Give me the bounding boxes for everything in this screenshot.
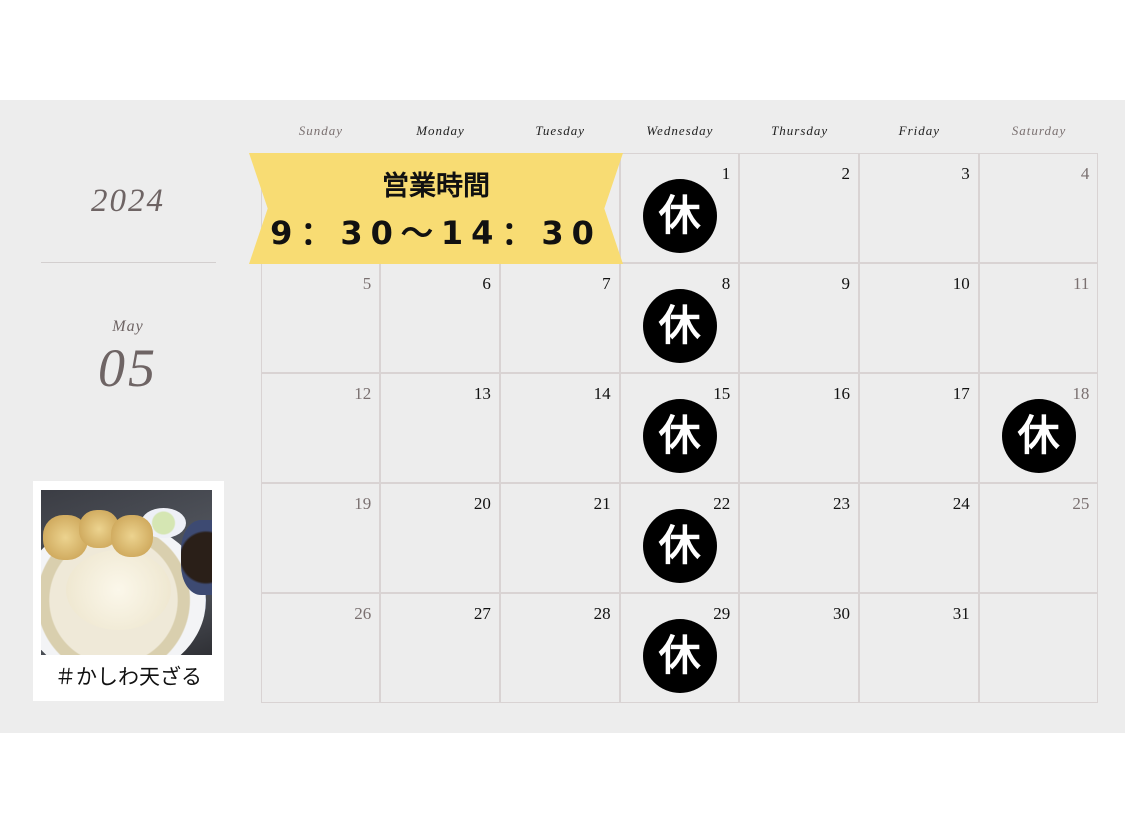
- day-number: 28: [593, 603, 611, 623]
- day-cell: 4: [978, 152, 1099, 263]
- day-cell: 22 休: [619, 482, 740, 593]
- closed-day-badge: 休: [642, 398, 717, 473]
- closed-day-badge: 休: [642, 508, 717, 583]
- day-number: 9: [841, 273, 850, 293]
- day-number: 13: [473, 383, 491, 403]
- day-cell: 2: [739, 152, 859, 263]
- day-cell: 18 休: [978, 372, 1099, 483]
- day-number: 8: [721, 273, 731, 293]
- weekday-header-sunday: Sunday: [298, 123, 343, 138]
- day-cell: 23: [739, 482, 859, 593]
- day-cell: 8休: [619, 262, 740, 373]
- day-number: 27: [473, 603, 491, 623]
- day-number: 17: [952, 383, 970, 403]
- day-number: 26: [354, 603, 372, 623]
- day-number: 31: [952, 603, 970, 623]
- day-number: 29: [713, 603, 731, 623]
- day-number: 5: [362, 273, 372, 293]
- day-number: 6: [482, 273, 491, 293]
- day-cell: 25: [978, 482, 1099, 593]
- closed-day-badge: 休: [1001, 398, 1076, 473]
- day-cell: 19: [260, 482, 381, 593]
- day-cell: 29 休: [619, 592, 740, 703]
- day-cell: 27: [380, 592, 500, 703]
- day-cell: 28: [499, 592, 620, 703]
- day-number: 4: [1080, 163, 1090, 183]
- closed-day-badge: 休: [642, 618, 717, 693]
- closed-day-badge: 休: [642, 178, 717, 253]
- day-cell: 10: [859, 262, 979, 373]
- day-number: 23: [832, 493, 850, 513]
- day-number: 21: [593, 493, 611, 513]
- day-number: 2: [841, 163, 850, 183]
- day-cell: 5: [260, 262, 381, 373]
- divider: [41, 262, 216, 263]
- day-cell: 3: [859, 152, 979, 263]
- banner-title: 営業時間: [382, 171, 490, 202]
- day-number: 30: [832, 603, 850, 623]
- day-number: 7: [602, 273, 611, 293]
- month-name: May: [112, 318, 144, 335]
- day-cell: 24: [859, 482, 979, 593]
- day-cell: [978, 592, 1099, 703]
- closed-day-badge: 休: [642, 288, 717, 363]
- day-cell: 17: [859, 372, 979, 483]
- day-cell: 6: [380, 262, 500, 373]
- day-number: 12: [354, 383, 372, 403]
- day-cell: 16: [739, 372, 859, 483]
- day-cell: 9: [739, 262, 859, 373]
- food-photo: [41, 490, 212, 655]
- day-cell: 31: [859, 592, 979, 703]
- banner-hours: 9：30〜14：30: [270, 214, 602, 252]
- day-cell: 1休: [619, 152, 740, 263]
- weekday-header-thursday: Thursday: [771, 123, 829, 138]
- weekday-header-wednesday: Wednesday: [646, 123, 714, 138]
- weekday-header-monday: Monday: [416, 123, 465, 138]
- day-cell: 26: [260, 592, 381, 703]
- photo-card: ＃かしわ天ざる: [33, 481, 224, 701]
- day-cell: 7: [499, 262, 620, 373]
- day-cell: 14: [499, 372, 620, 483]
- day-number: 15: [713, 383, 731, 403]
- weekday-header-saturday: Saturday: [1011, 123, 1067, 138]
- weekday-header-tuesday: Tuesday: [535, 123, 586, 138]
- day-cell: 11: [978, 262, 1099, 373]
- day-cell: 12: [260, 372, 381, 483]
- day-number: 14: [593, 383, 611, 403]
- day-number: 11: [1073, 273, 1090, 293]
- day-number: 24: [952, 493, 970, 513]
- photo-caption: ＃かしわ天ざる: [55, 665, 202, 689]
- day-number: 10: [952, 273, 970, 293]
- day-number: 20: [473, 493, 491, 513]
- day-number: 19: [354, 493, 372, 513]
- day-cell: 15 休: [619, 372, 740, 483]
- day-cell: 21: [499, 482, 620, 593]
- day-cell: 13: [380, 372, 500, 483]
- weekday-header-friday: Friday: [898, 123, 941, 138]
- day-cell: 30: [739, 592, 859, 703]
- day-number: 3: [961, 163, 970, 183]
- day-number: 18: [1072, 383, 1090, 403]
- day-number: 1: [721, 163, 731, 183]
- year-label: 2024: [91, 183, 165, 219]
- day-cell: 20: [380, 482, 500, 593]
- day-number: 16: [832, 383, 850, 403]
- month-number: 05: [98, 338, 158, 398]
- day-number: 22: [713, 493, 731, 513]
- day-number: 25: [1072, 493, 1090, 513]
